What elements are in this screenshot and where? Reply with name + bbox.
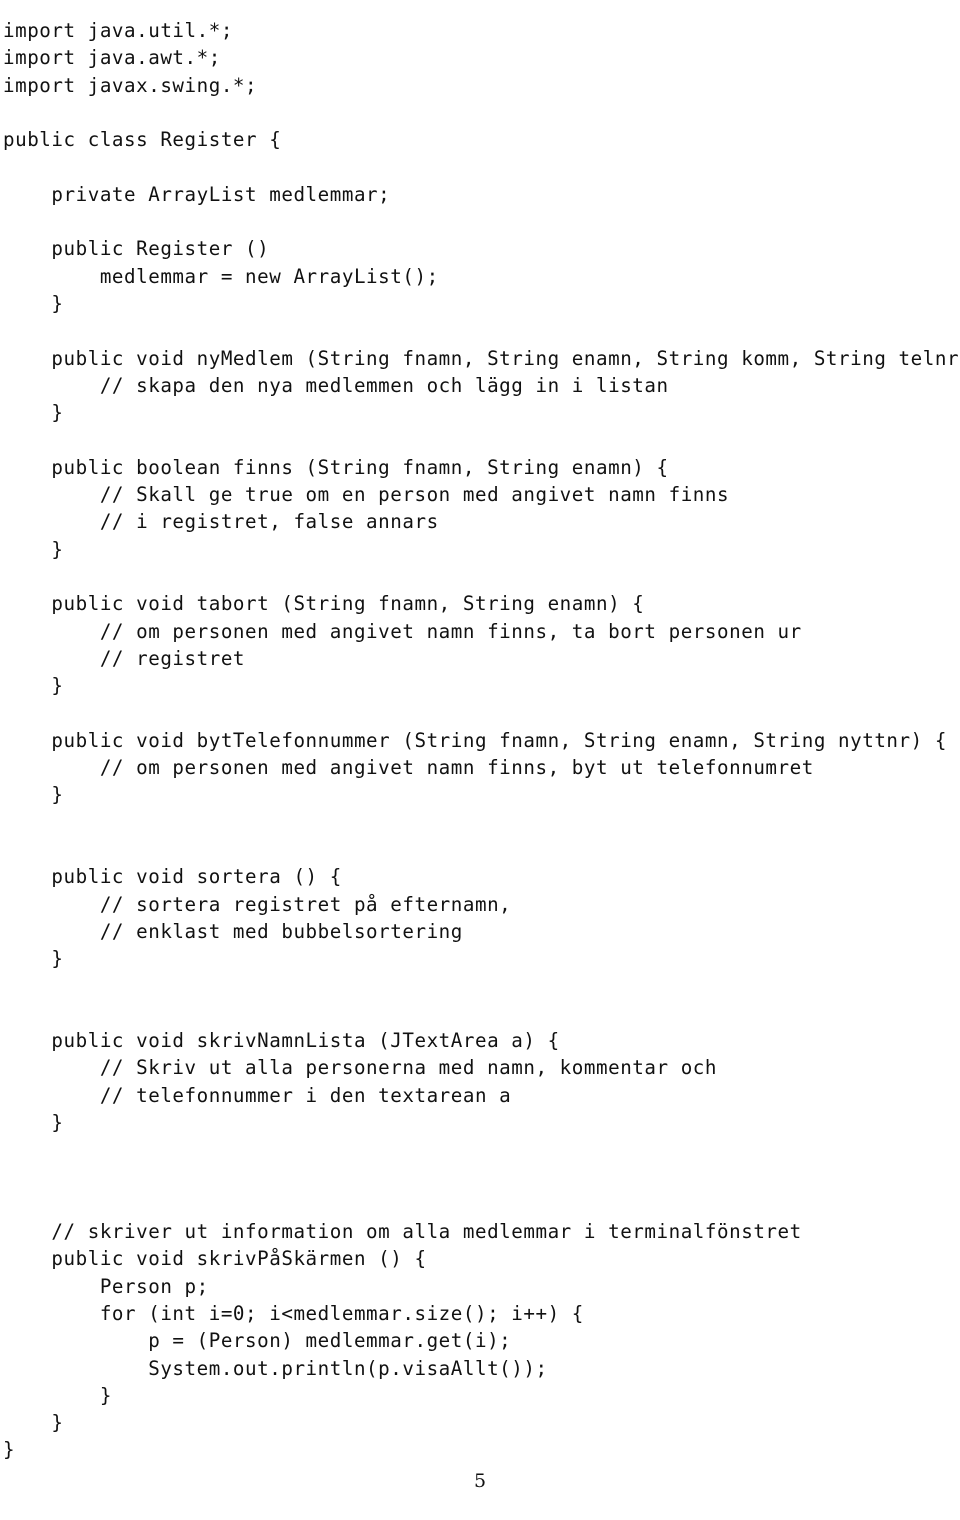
code-line: public class Register { bbox=[3, 128, 282, 152]
code-line: import javax.swing.*; bbox=[3, 73, 258, 97]
code-line: } bbox=[3, 947, 64, 971]
document-page: import java.util.*; import java.awt.*; imp… bbox=[0, 0, 960, 1520]
code-line: Person p; bbox=[3, 1274, 209, 1298]
code-line: // om personen med angivet namn finns, t… bbox=[3, 619, 802, 643]
code-line: import java.util.*; bbox=[3, 19, 233, 42]
code-line: } bbox=[3, 1110, 64, 1134]
code-line: } bbox=[3, 1383, 112, 1407]
code-line: // om personen med angivet namn finns, b… bbox=[3, 756, 814, 780]
code-line: public void tabort (String fnamn, String… bbox=[3, 592, 645, 616]
code-line: public void bytTelefonnummer (String fna… bbox=[3, 728, 947, 752]
code-line: // skapa den nya medlemmen och lägg in i… bbox=[3, 373, 669, 397]
code-line: // Skriv ut alla personerna med namn, ko… bbox=[3, 1056, 718, 1080]
code-line: } bbox=[3, 401, 64, 425]
code-line: // skriver ut information om alla medlem… bbox=[3, 1220, 802, 1244]
code-line: } bbox=[3, 1411, 64, 1435]
code-line: // telefonnummer i den textarean a bbox=[3, 1083, 512, 1107]
code-line: } bbox=[3, 537, 64, 561]
code-listing: import java.util.*; import java.awt.*; imp… bbox=[3, 17, 960, 1464]
code-line: public void skrivPåSkärmen () { bbox=[3, 1247, 427, 1271]
code-line: public boolean finns (String fnamn, Stri… bbox=[3, 455, 669, 479]
code-line: } bbox=[3, 783, 64, 807]
code-line: medlemmar = new ArrayList(); bbox=[3, 264, 439, 288]
code-line: // Skall ge true om en person med angive… bbox=[3, 483, 730, 507]
page-number: 5 bbox=[473, 1470, 487, 1492]
code-line: // i registret, false annars bbox=[3, 510, 439, 534]
code-line: } bbox=[3, 291, 64, 315]
code-line: } bbox=[3, 674, 64, 698]
code-line: p = (Person) medlemmar.get(i); bbox=[3, 1329, 512, 1353]
code-line: public void skrivNamnLista (JTextArea a)… bbox=[3, 1028, 560, 1052]
code-line: // sortera registret på efternamn, bbox=[3, 892, 512, 916]
code-line: } bbox=[3, 1438, 16, 1462]
code-line: import java.awt.*; bbox=[3, 46, 221, 70]
code-line: // enklast med bubbelsortering bbox=[3, 919, 463, 943]
code-line: private ArrayList medlemmar; bbox=[3, 182, 391, 206]
code-line: public void nyMedlem (String fnamn, Stri… bbox=[3, 346, 960, 370]
code-line: // registret bbox=[3, 646, 246, 670]
code-line: System.out.println(p.visaAllt()); bbox=[3, 1356, 548, 1380]
code-line: for (int i=0; i<medlemmar.size(); i++) { bbox=[3, 1301, 584, 1325]
code-line: public Register () bbox=[3, 237, 270, 261]
code-line: public void sortera () { bbox=[3, 865, 342, 889]
